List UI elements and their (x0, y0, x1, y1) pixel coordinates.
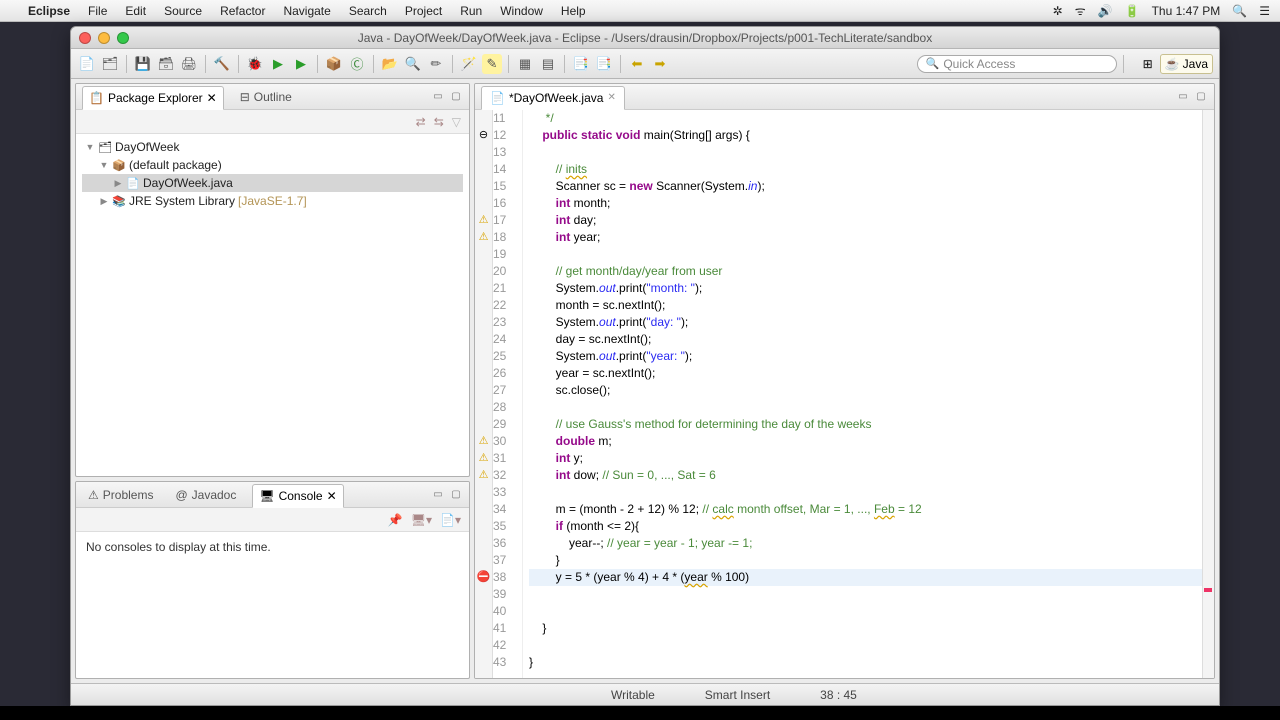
window-title: Java - DayOfWeek/DayOfWeek.java - Eclips… (71, 31, 1219, 45)
java-perspective-button[interactable]: ☕ Java (1160, 54, 1213, 74)
new-project-icon[interactable]: 🗂 (100, 54, 120, 74)
print-icon[interactable]: 🖨 (179, 54, 199, 74)
save-icon[interactable]: 💾 (133, 54, 153, 74)
menu-edit[interactable]: Edit (125, 4, 146, 18)
open-type-icon[interactable]: 📂 (380, 54, 400, 74)
close-tab-icon[interactable]: ✕ (607, 92, 615, 103)
menu-window[interactable]: Window (500, 4, 543, 18)
run-icon[interactable]: ▶ (268, 54, 288, 74)
menu-navigate[interactable]: Navigate (283, 4, 330, 18)
titlebar[interactable]: Java - DayOfWeek/DayOfWeek.java - Eclips… (71, 27, 1219, 49)
zoom-icon[interactable] (117, 32, 129, 44)
wand-icon[interactable]: 🪄 (459, 54, 479, 74)
eclipse-window: Java - DayOfWeek/DayOfWeek.java - Eclips… (70, 26, 1220, 706)
main-toolbar: 📄 🗂 💾 🗃 🖨 🔨 🐞 ▶ ▶ 📦 Ⓒ 📂 🔍 ✏ 🪄 ✎ ▦ ▤ 📑 📑 … (71, 49, 1219, 79)
editor-tab[interactable]: 📄 *DayOfWeek.java ✕ (481, 86, 625, 110)
volume-icon[interactable]: 🔊 (1098, 4, 1113, 18)
menu-project[interactable]: Project (405, 4, 442, 18)
minimize-editor-icon[interactable]: ▭ (1176, 90, 1190, 104)
toggle-breadcrumb-icon[interactable]: ▦ (515, 54, 535, 74)
run-last-icon[interactable]: ▶ (291, 54, 311, 74)
project-tree: ▼🗂DayOfWeek ▼📦(default package) ▶📄DayOfW… (76, 134, 469, 214)
menu-file[interactable]: File (88, 4, 107, 18)
link-editor-icon[interactable]: ⇆ (434, 115, 444, 129)
status-insert: Smart Insert (705, 688, 770, 702)
console-tab[interactable]: 🖥 Console ✕ (252, 484, 343, 508)
outline-tab[interactable]: ⊟ Outline (234, 86, 298, 108)
nav-dropdown-icon[interactable]: 📑 (571, 54, 591, 74)
highlight-icon[interactable]: ✎ (482, 54, 502, 74)
close-icon[interactable] (79, 32, 91, 44)
new-class-icon[interactable]: Ⓒ (347, 54, 367, 74)
library-node[interactable]: ▶📚JRE System Library [JavaSE-1.7] (82, 192, 463, 210)
annotation-icon[interactable]: ✏ (426, 54, 446, 74)
collapse-all-icon[interactable]: ⇄ (416, 115, 426, 129)
file-node[interactable]: ▶📄DayOfWeek.java (82, 174, 463, 192)
status-writable: Writable (611, 688, 655, 702)
debug-icon[interactable]: 🐞 (245, 54, 265, 74)
editor-panel: 📄 *DayOfWeek.java ✕ ▭ ▢ ⊖⚠⚠⚠⚠⚠⛔ 111213141… (474, 83, 1215, 679)
menu-help[interactable]: Help (561, 4, 586, 18)
overview-error-marker[interactable] (1204, 588, 1212, 592)
app-name[interactable]: Eclipse (28, 4, 70, 18)
system-tray: ✲ ᯤ 🔊 🔋 Thu 1:47 PM 🔍 ☰ (1053, 2, 1270, 19)
javadoc-tab[interactable]: @ Javadoc (169, 484, 242, 506)
menu-run[interactable]: Run (460, 4, 482, 18)
wifi-icon[interactable]: ᯤ (1075, 2, 1086, 19)
menu-refactor[interactable]: Refactor (220, 4, 265, 18)
minimize-view-icon[interactable]: ▭ (431, 488, 445, 502)
minimize-view-icon[interactable]: ▭ (431, 90, 445, 104)
build-icon[interactable]: 🔨 (212, 54, 232, 74)
minimize-icon[interactable] (98, 32, 110, 44)
statusbar: Writable Smart Insert 38 : 45 (71, 683, 1219, 705)
package-explorer-tab[interactable]: 📋 Package Explorer ✕ (82, 86, 224, 110)
toggle-mark-icon[interactable]: ▤ (538, 54, 558, 74)
code-editor[interactable]: ⊖⚠⚠⚠⚠⚠⛔ 11121314151617181920212223242526… (475, 110, 1214, 678)
display-console-icon[interactable]: 🖥▾ (411, 513, 432, 527)
menu-search[interactable]: Search (349, 4, 387, 18)
new-package-icon[interactable]: 📦 (324, 54, 344, 74)
view-menu-icon[interactable]: ▽ (452, 115, 461, 129)
new-console-icon[interactable]: 📄▾ (440, 513, 461, 527)
project-node[interactable]: ▼🗂DayOfWeek (82, 138, 463, 156)
package-node[interactable]: ▼📦(default package) (82, 156, 463, 174)
problems-tab[interactable]: ⚠ Problems (82, 484, 159, 506)
package-explorer-panel: 📋 Package Explorer ✕ ⊟ Outline ▭▢ ⇄ ⇆ ▽ … (75, 83, 470, 477)
new-icon[interactable]: 📄 (77, 54, 97, 74)
pin-console-icon[interactable]: 📌 (388, 513, 403, 527)
open-perspective-icon[interactable]: ⊞ (1138, 54, 1158, 74)
save-all-icon[interactable]: 🗃 (156, 54, 176, 74)
menu-icon[interactable]: ☰ (1259, 4, 1270, 18)
menu-source[interactable]: Source (164, 4, 202, 18)
maximize-view-icon[interactable]: ▢ (449, 488, 463, 502)
console-panel: ⚠ Problems @ Javadoc 🖥 Console ✕ ▭ ▢ 📌 🖥▾… (75, 481, 470, 679)
back-icon[interactable]: ⬅ (627, 54, 647, 74)
mac-menubar: Eclipse File Edit Source Refactor Naviga… (0, 0, 1280, 22)
status-location: 38 : 45 (820, 688, 857, 702)
forward-icon[interactable]: ➡ (650, 54, 670, 74)
nav2-icon[interactable]: 📑 (594, 54, 614, 74)
tray-icon[interactable]: ✲ (1053, 4, 1063, 18)
clock[interactable]: Thu 1:47 PM (1152, 4, 1221, 18)
maximize-view-icon[interactable]: ▢ (449, 90, 463, 104)
search-icon[interactable]: 🔍 (403, 54, 423, 74)
console-output: No consoles to display at this time. (76, 532, 469, 562)
battery-icon[interactable]: 🔋 (1125, 4, 1140, 18)
spotlight-icon[interactable]: 🔍 (1232, 4, 1247, 18)
quick-access-input[interactable]: 🔍 Quick Access (917, 55, 1117, 73)
maximize-editor-icon[interactable]: ▢ (1194, 90, 1208, 104)
